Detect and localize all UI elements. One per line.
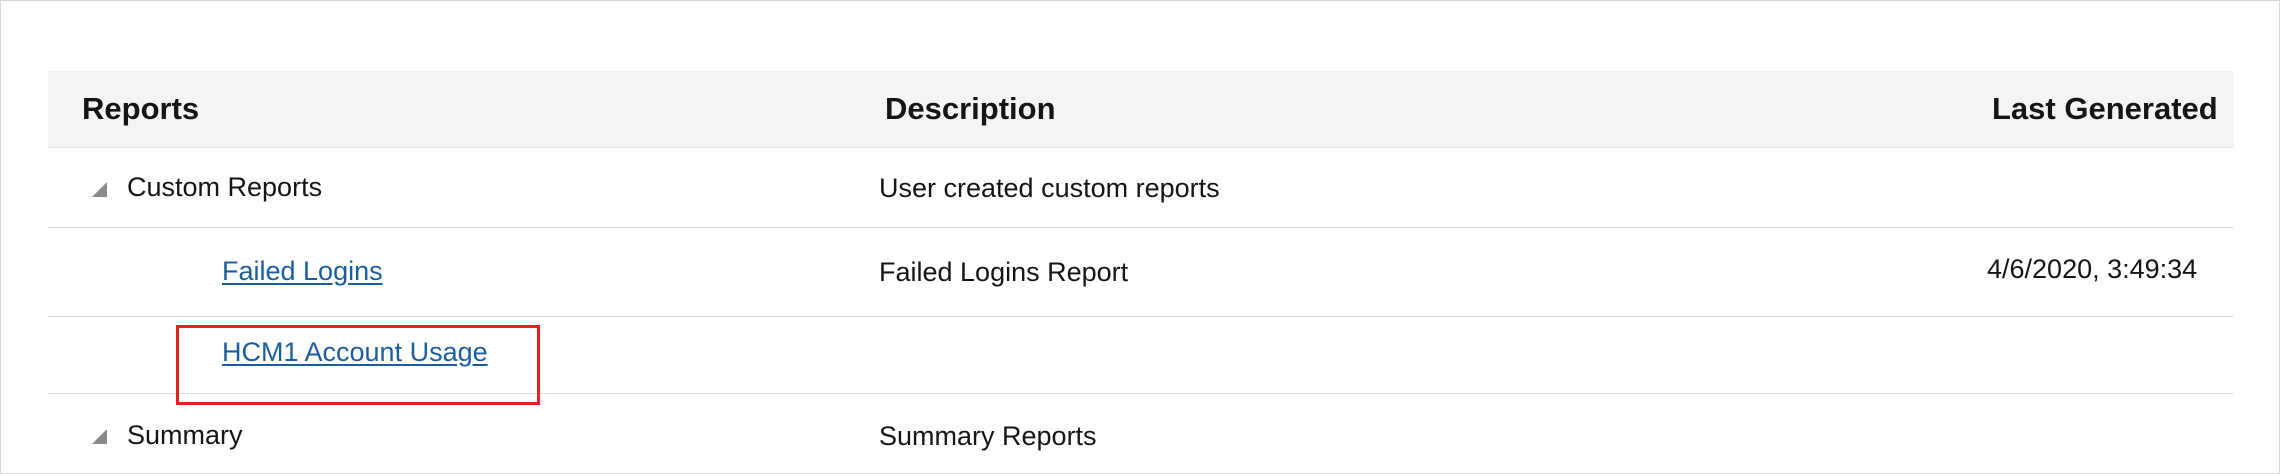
column-header-reports[interactable]: Reports [82, 71, 199, 147]
row-last-generated: 4/6/2020, 3:49:34 [1987, 254, 2198, 284]
report-link-failed-logins[interactable]: Failed Logins [222, 256, 383, 287]
collapse-toggle-icon[interactable] [92, 182, 107, 197]
group-name: Custom Reports [127, 172, 323, 202]
column-header-description[interactable]: Description [885, 71, 1056, 147]
row-description: User created custom reports [879, 173, 1220, 203]
column-header-last-generated[interactable]: Last Generated [1992, 71, 2218, 147]
row-description: Summary Reports [879, 421, 1097, 451]
table-row[interactable]: Summary Summary Reports [48, 394, 2234, 473]
table-row[interactable]: HCM1 Account Usage [48, 317, 2234, 394]
reports-table: Reports Description Last Generated Custo… [48, 71, 2234, 473]
table-row[interactable]: Failed Logins Failed Logins Report 4/6/2… [48, 228, 2234, 317]
collapse-toggle-icon[interactable] [92, 429, 107, 444]
table-header: Reports Description Last Generated [48, 71, 2234, 148]
reports-panel: Reports Description Last Generated Custo… [0, 0, 2280, 474]
group-name: Summary [127, 420, 243, 450]
table-row[interactable]: Custom Reports User created custom repor… [48, 148, 2234, 228]
report-link-hcm1-account-usage[interactable]: HCM1 Account Usage [222, 337, 488, 368]
row-description: Failed Logins Report [879, 257, 1129, 287]
